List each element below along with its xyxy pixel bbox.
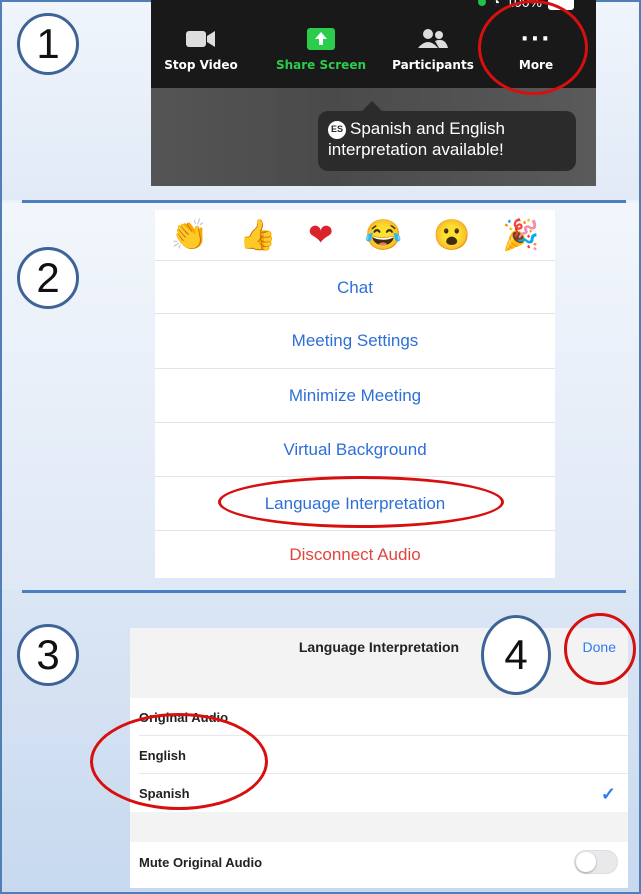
menu-item-chat[interactable]: Chat (155, 260, 555, 314)
participants-button[interactable]: Participants (383, 24, 483, 72)
stop-video-button[interactable]: Stop Video (151, 24, 251, 72)
battery-icon (548, 0, 574, 10)
menu-item-meeting-settings[interactable]: Meeting Settings (155, 313, 555, 367)
interpretation-toast: ES Spanish and English interpretation ava… (318, 111, 576, 171)
mute-original-audio-row: Mute Original Audio (130, 842, 628, 882)
option-original-audio[interactable]: Original Audio (130, 698, 628, 736)
mute-original-audio-toggle[interactable] (574, 850, 618, 874)
section-divider (22, 200, 626, 203)
menu-item-disconnect-audio[interactable]: Disconnect Audio (155, 530, 555, 579)
done-button[interactable]: Done (583, 639, 616, 655)
reaction-bar: 👏 👍 ❤ 😂 😮 🎉 (155, 210, 555, 260)
menu-item-virtual-background[interactable]: Virtual Background (155, 422, 555, 476)
option-spanish[interactable]: Spanish ✓ (130, 774, 628, 812)
step-3-marker: 3 (17, 624, 79, 686)
option-english[interactable]: English (130, 736, 628, 774)
surprised-emoji[interactable]: 😮 (433, 218, 470, 253)
more-menu: 👏 👍 ❤ 😂 😮 🎉 Chat Meeting Settings Minimi… (155, 210, 555, 578)
video-camera-icon (151, 24, 251, 54)
step-4-marker: 4 (481, 615, 551, 695)
battery-percent: 100% (506, 0, 542, 10)
mic-indicator-icon (477, 0, 486, 6)
heart-emoji[interactable]: ❤ (308, 218, 333, 253)
tears-of-joy-emoji[interactable]: 😂 (365, 218, 402, 253)
es-badge-icon: ES (328, 120, 346, 139)
party-emoji[interactable]: 🎉 (502, 218, 539, 253)
language-interpretation-sheet: Language Interpretation Done Original Au… (130, 628, 628, 888)
menu-item-language-interpretation[interactable]: Language Interpretation (155, 476, 555, 530)
step-2-marker: 2 (17, 247, 79, 309)
status-bar: ◔ 100% (477, 0, 574, 10)
step-1-marker: 1 (17, 13, 79, 75)
thumbs-up-emoji[interactable]: 👍 (239, 218, 276, 253)
share-screen-icon (271, 24, 371, 54)
sheet-title: Language Interpretation (298, 639, 460, 655)
clap-emoji[interactable]: 👏 (171, 218, 208, 253)
checkmark-icon: ✓ (600, 784, 616, 804)
zoom-meeting-toolbar: ◔ 100% Stop Video Share Screen Participa… (151, 0, 596, 186)
wifi-icon: ◔ (491, 0, 501, 10)
section-divider (22, 590, 626, 593)
menu-item-minimize-meeting[interactable]: Minimize Meeting (155, 368, 555, 422)
sheet-header: Language Interpretation Done (130, 628, 628, 668)
more-dots-icon: ··· (520, 26, 552, 52)
more-button[interactable]: ··· More (486, 24, 586, 73)
participants-icon (383, 24, 483, 54)
toast-caret (362, 101, 382, 111)
share-screen-button[interactable]: Share Screen (271, 24, 371, 72)
